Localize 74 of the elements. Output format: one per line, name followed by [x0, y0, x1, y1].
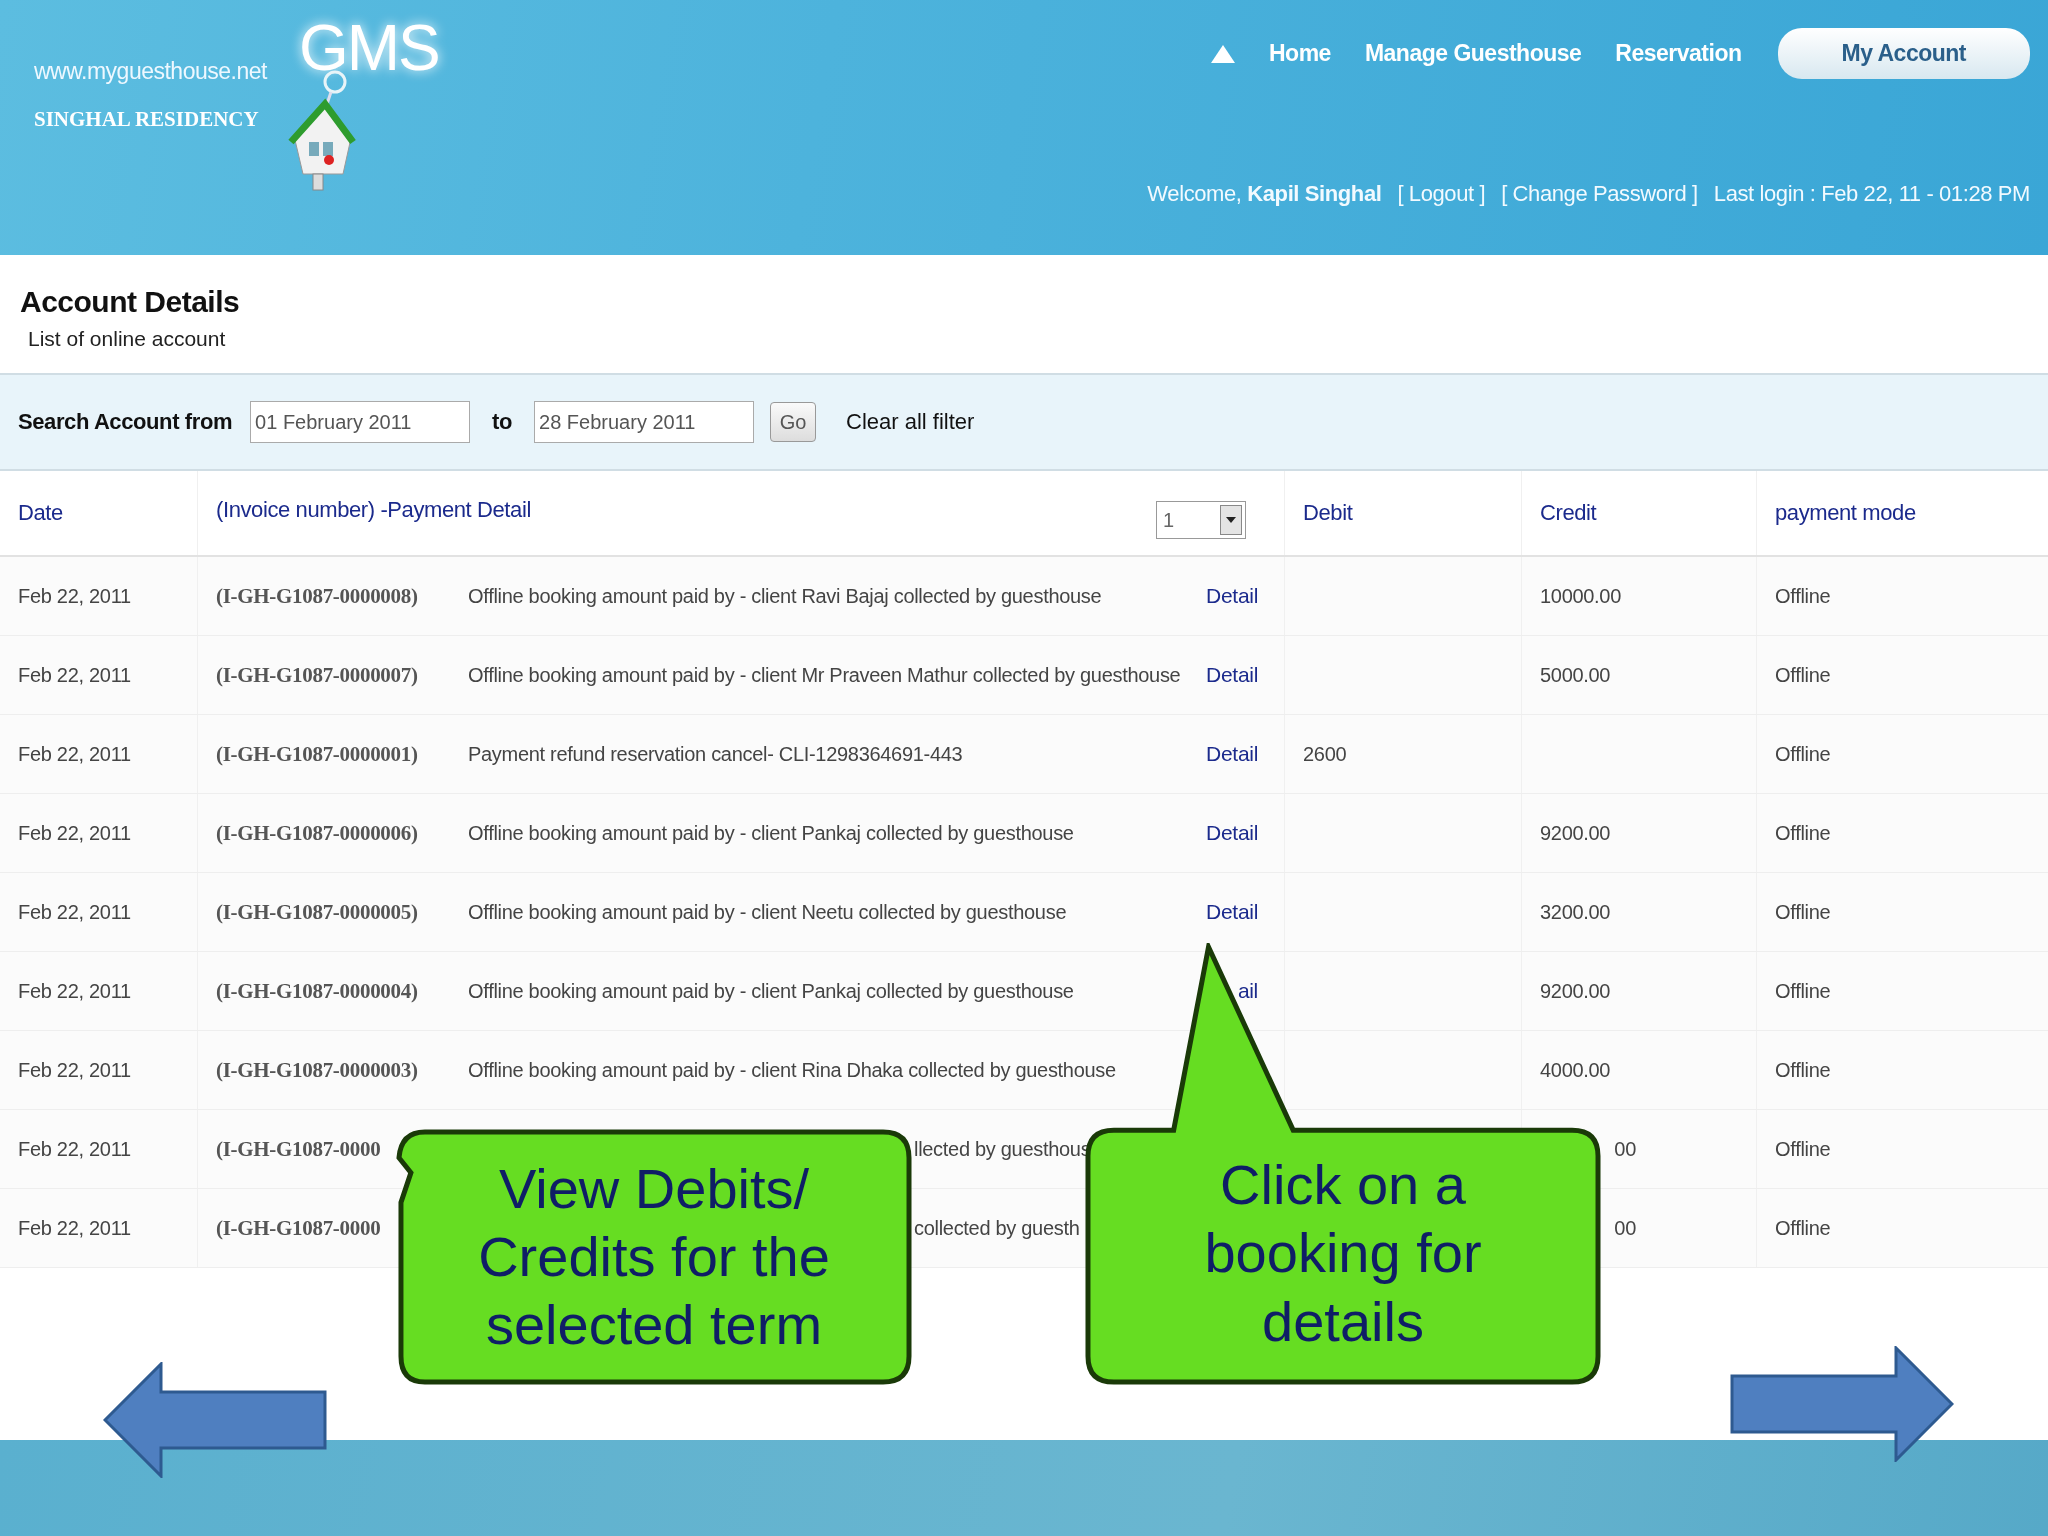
detail-link[interactable]: Detail	[1206, 821, 1258, 845]
payment-description: Payment refund reservation cancel- CLI-1298364691-443	[468, 742, 964, 766]
column-header[interactable]: Credit	[1522, 471, 1757, 555]
site-name: SINGHAL RESIDENCY	[34, 107, 260, 132]
payment-description: Offline booking amount paid by - client Neetu collected by guesthouse	[468, 900, 1068, 924]
table-cell-text: Offline	[1774, 899, 1832, 925]
table-cell: 3200.00	[1540, 900, 1611, 924]
payment-description: Offline booking amount paid by - client Mr Praveen Mathur collected by guesthouse	[468, 663, 1181, 687]
invoice-number: (I-GH-G1087-0000	[216, 1215, 382, 1241]
payment-description: collected by guesth	[913, 1216, 1081, 1240]
invoice-number: (I-GH-G1087-0000008)	[216, 583, 419, 609]
to-date-field[interactable]: 28 February 2011	[534, 401, 755, 443]
detail-link[interactable]: Detail	[1206, 663, 1258, 687]
table-cell-text: Offline	[1774, 741, 1832, 767]
column-header[interactable]: Debit	[1285, 471, 1522, 555]
invoice-number: (I-GH-G1087-0000006)	[216, 820, 419, 846]
invoice-number: (I-GH-G1087-0000007)	[216, 662, 419, 688]
table-cell: 10000.00	[1540, 584, 1622, 608]
payment-description: llected by guesthous	[913, 1137, 1092, 1161]
table-cell-text: Offline	[1774, 662, 1832, 688]
callout: View Debits/ Credits for the selected term	[395, 1128, 913, 1386]
table-cell: 9200.00	[1540, 821, 1611, 845]
last-login-text: Last login : Feb 22, 11 - 01:28 PM	[1713, 181, 2030, 207]
detail-link[interactable]: Detail	[1206, 584, 1258, 608]
invoice-number: (I-GH-G1087-0000	[216, 1136, 382, 1162]
page-select[interactable]: 1	[1156, 501, 1246, 539]
table-cell: 2600	[1303, 742, 1347, 766]
detail-link[interactable]: Detail	[1206, 742, 1258, 766]
page-title: Account Details	[20, 285, 241, 319]
page-subtitle: List of online account	[28, 327, 227, 351]
column-header[interactable]: payment mode	[1757, 471, 2048, 555]
site-url: www.myguesthouse.net	[34, 58, 267, 85]
table-cell-text: Offline	[1774, 1136, 1832, 1162]
clear-filter-link[interactable]: Clear all filter	[846, 409, 975, 435]
forward-arrow[interactable]	[1730, 1346, 1954, 1462]
go-button[interactable]: Go	[770, 402, 817, 442]
detail-link[interactable]: Detail	[1206, 900, 1258, 924]
table-cell: 5000.00	[1540, 663, 1611, 687]
search-label: Search Account from	[18, 409, 233, 435]
from-date-field[interactable]: 01 February 2011	[250, 401, 471, 443]
welcome-text: Welcome, Kapil Singhal	[1147, 181, 1382, 207]
table-cell: Feb 22, 2011	[0, 1189, 198, 1267]
column-header[interactable]: (Invoice number) -Payment Detail	[216, 497, 531, 523]
table-cell-text: 00	[1613, 1137, 1636, 1161]
table-cell: Feb 22, 2011	[0, 952, 198, 1030]
nav-tab[interactable]: My Account	[1777, 28, 2030, 79]
table-cell-text: 00	[1613, 1216, 1636, 1240]
table-cell: Feb 22, 2011	[0, 715, 198, 793]
invoice-number: (I-GH-G1087-0000001)	[216, 741, 419, 767]
payment-description: Offline booking amount paid by - client Rina Dhaka collected by guesthouse	[468, 1058, 1117, 1082]
table-cell: Feb 22, 2011	[0, 794, 198, 872]
table-cell-text: Offline	[1774, 583, 1832, 609]
invoice-number: (I-GH-G1087-0000003)	[216, 1057, 419, 1083]
table-cell: Feb 22, 2011	[0, 557, 198, 635]
table-cell-text: Offline	[1774, 1057, 1832, 1083]
detail-link[interactable]: ail	[1237, 979, 1258, 1003]
table-cell: 4000.00	[1540, 1058, 1611, 1082]
logo-text: GMS	[298, 16, 439, 80]
table-cell: Feb 22, 2011	[0, 1110, 198, 1188]
column-header[interactable]: Date	[0, 471, 198, 555]
back-arrow[interactable]	[103, 1362, 327, 1478]
invoice-number: (I-GH-G1087-0000005)	[216, 899, 419, 925]
payment-description: Offline booking amount paid by - client Pankaj collected by guesthouse	[468, 979, 1075, 1003]
table-cell: Feb 22, 2011	[0, 873, 198, 951]
table-cell: 9200.00	[1540, 979, 1611, 1003]
table-cell: Feb 22, 2011	[0, 1031, 198, 1109]
table-cell-text: Offline	[1774, 820, 1832, 846]
table-cell-text: Offline	[1774, 1215, 1832, 1241]
to-label: to	[492, 409, 513, 435]
payment-description: Offline booking amount paid by - client Ravi Bajaj collected by guesthouse	[468, 584, 1103, 608]
invoice-number: (I-GH-G1087-0000004)	[216, 978, 419, 1004]
table-cell: Feb 22, 2011	[0, 636, 198, 714]
payment-description: Offline booking amount paid by - client Pankaj collected by guesthouse	[468, 821, 1075, 845]
table-cell-text: Offline	[1774, 978, 1832, 1004]
